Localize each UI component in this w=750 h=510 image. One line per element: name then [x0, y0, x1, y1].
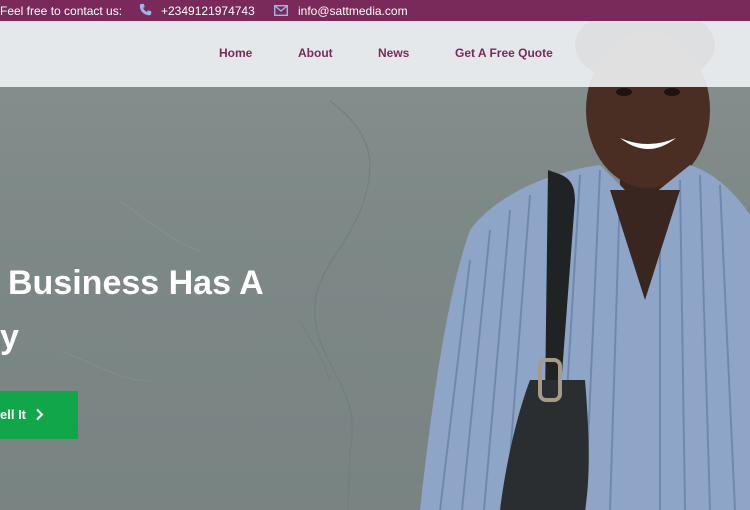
- nav-item-home[interactable]: Home: [219, 46, 252, 60]
- nav-item-news[interactable]: News: [378, 46, 409, 60]
- email-link[interactable]: info@sattmedia.com: [298, 4, 408, 18]
- chevron-right-icon: [36, 408, 44, 421]
- contact-bar: Feel free to contact us: +2349121974743 …: [0, 0, 750, 21]
- hero-headline-line1: Business Has A: [8, 264, 264, 302]
- cta-button[interactable]: ell It: [0, 391, 78, 439]
- contact-prompt: Feel free to contact us:: [0, 4, 123, 18]
- nav-item-about[interactable]: About: [298, 46, 333, 60]
- main-header: Home About News Get A Free Quote: [0, 21, 750, 87]
- phone-link[interactable]: +2349121974743: [161, 4, 255, 18]
- nav-item-get-quote[interactable]: Get A Free Quote: [455, 46, 553, 60]
- mail-icon: [274, 5, 288, 16]
- cta-label: ell It: [0, 407, 27, 422]
- phone-icon: [139, 3, 152, 16]
- hero-headline-line2: y: [0, 318, 19, 356]
